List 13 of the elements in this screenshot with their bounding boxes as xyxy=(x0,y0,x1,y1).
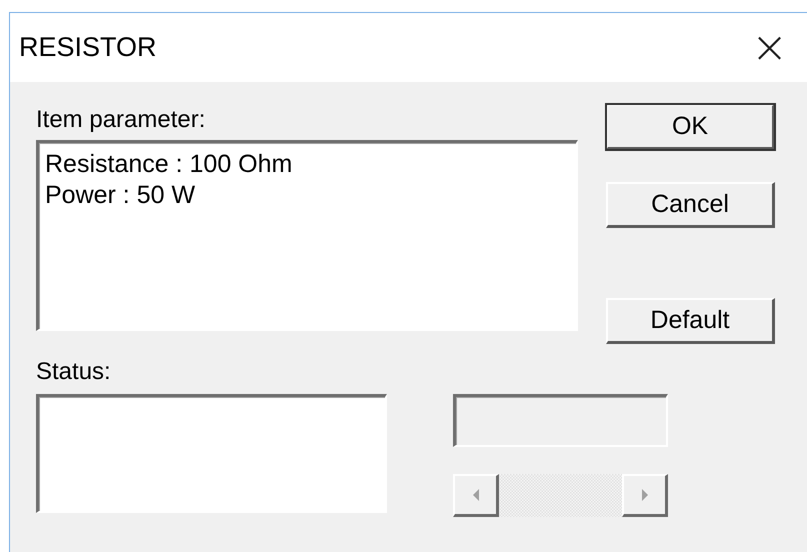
list-item: Resistance : 100 Ohm xyxy=(45,149,292,180)
dialog-button[interactable]: OK xyxy=(606,104,775,150)
parameter-list[interactable]: Resistance : 100 Ohm Power : 50 W xyxy=(36,140,578,331)
dialog-button[interactable]: Cancel xyxy=(606,182,775,228)
list-item: Power : 50 W xyxy=(45,180,196,211)
window-title: RESISTOR xyxy=(19,32,157,63)
status-box[interactable] xyxy=(36,394,387,513)
field-label: Item parameter: xyxy=(36,106,206,134)
input-field[interactable] xyxy=(453,394,668,447)
field-label: Status: xyxy=(36,358,111,386)
close-button[interactable]: × xyxy=(751,26,788,70)
scroll-bar[interactable] xyxy=(453,474,668,517)
dialog-button[interactable]: Default xyxy=(606,298,775,344)
